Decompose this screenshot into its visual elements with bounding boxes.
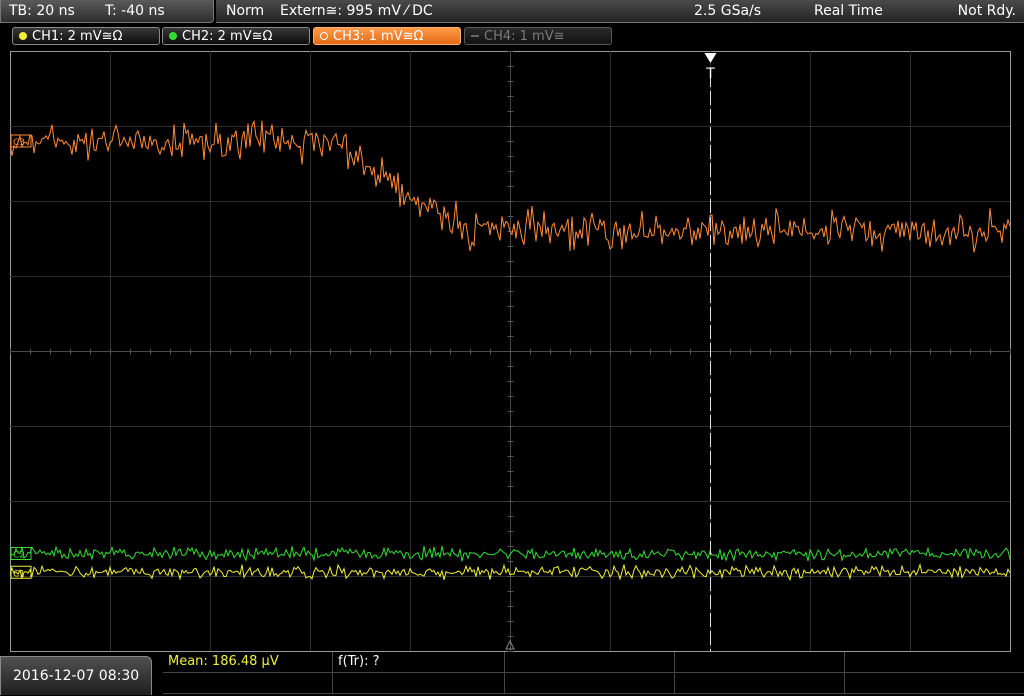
ch3-indicator-icon: [320, 32, 328, 40]
timebase-readout[interactable]: TB: 20 ns: [9, 0, 75, 22]
mean-measurement[interactable]: Mean: 186.48 µV: [163, 652, 333, 673]
marker-label: C2: [13, 551, 25, 561]
measurement-slot-8[interactable]: [505, 673, 675, 694]
ch4-indicator-icon: [471, 35, 479, 37]
channel-tab-ch1[interactable]: CH1: 2 mV≅Ω: [12, 27, 160, 45]
marker-label: C1: [13, 569, 25, 579]
marker-label: C3: [13, 138, 25, 148]
channel-tab-ch2[interactable]: CH2: 2 mV≅Ω: [162, 27, 310, 45]
measurement-slot-4[interactable]: [675, 652, 845, 673]
frequency-measurement[interactable]: f(Tr): ?: [333, 652, 505, 673]
trigger-label: T: [705, 66, 715, 82]
trigger-offset-readout[interactable]: T: -40 ns: [105, 0, 165, 22]
frequency-value: f(Tr): ?: [338, 654, 380, 669]
measurement-slot-5[interactable]: [845, 652, 1024, 673]
measurement-bar: Mean: 186.48 µV f(Tr): ?: [163, 652, 1024, 695]
channel-tab-ch4[interactable]: CH4: 1 mV≅: [464, 27, 612, 45]
sample-rate-readout: 2.5 GSa/s: [694, 3, 762, 19]
date-time-box: 2016-12-07 08:30: [0, 656, 152, 695]
acquisition-mode[interactable]: Norm: [226, 0, 264, 22]
channel-label: CH4: 1 mV≅: [484, 29, 565, 44]
measurement-slot-9[interactable]: [675, 673, 845, 694]
acquisition-type: Real Time: [814, 3, 883, 19]
channel-tab-ch3[interactable]: CH3: 1 mV≅Ω: [313, 27, 461, 45]
trigger-status: Not Rdy.: [957, 3, 1016, 19]
measurement-slot-3[interactable]: [505, 652, 675, 673]
ch1-indicator-icon: [19, 32, 27, 40]
mean-value: Mean: 186.48 µV: [168, 654, 279, 669]
channel-label: CH1: 2 mV≅Ω: [32, 29, 123, 44]
measurement-slot-6[interactable]: [163, 673, 333, 694]
ch2-indicator-icon: [169, 32, 177, 40]
top-status-bar: TB: 20 ns T: -40 ns Norm Extern≅: 995 mV…: [0, 0, 1024, 24]
measurement-slot-10[interactable]: [845, 673, 1024, 694]
channel-label: CH2: 2 mV≅Ω: [182, 29, 273, 44]
channel-tabs: CH1: 2 mV≅Ω CH2: 2 mV≅Ω CH3: 1 mV≅Ω CH4:…: [0, 26, 1024, 48]
measurement-slot-7[interactable]: [333, 673, 505, 694]
acquisition-status-strip: Norm Extern≅: 995 mV ⁄ DC 2.5 GSa/s Real…: [216, 0, 1024, 23]
date-time: 2016-12-07 08:30: [13, 668, 140, 684]
channel-label: CH3: 1 mV≅Ω: [333, 29, 424, 44]
trigger-source-readout[interactable]: Extern≅: 995 mV ⁄ DC: [280, 0, 433, 22]
waveform-display[interactable]: C3 C2 C1 T: [10, 51, 1011, 652]
timebase-box[interactable]: TB: 20 ns T: -40 ns: [0, 0, 214, 23]
